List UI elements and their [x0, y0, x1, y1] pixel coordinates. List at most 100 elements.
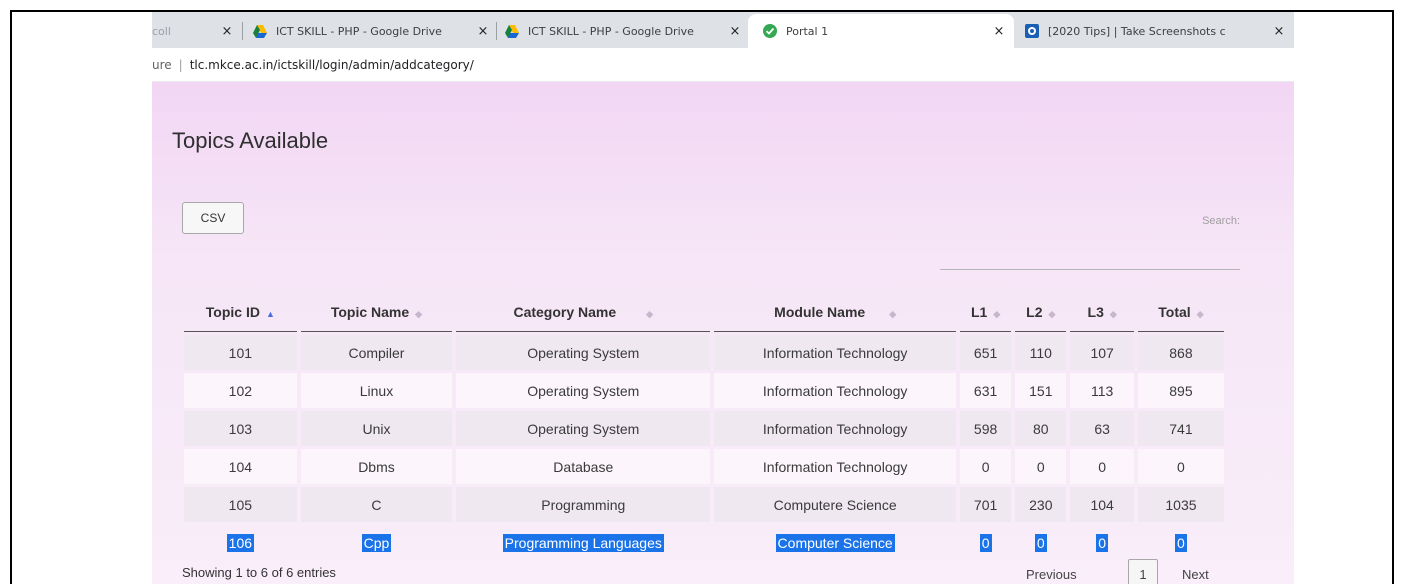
cell-l3: 107 [1070, 335, 1134, 370]
sort-icon: ◆ [993, 308, 1001, 319]
cell-l3: 104 [1070, 487, 1134, 522]
cell-l1: 0 [960, 525, 1011, 560]
selected-text: Cpp [361, 533, 392, 552]
cell-l2: 110 [1015, 335, 1067, 370]
cell-category-name: Operating System [456, 335, 711, 370]
tab-strip: coll × ICT SKILL - PHP - Google Drive × … [152, 12, 1294, 48]
tab-4-title: Portal 1 [786, 24, 829, 38]
cell-l3: 0 [1070, 525, 1134, 560]
table-header-row: Topic ID ▲ Topic Name ◆ Category Name ◆ Mod… [184, 292, 1224, 332]
selected-text: 0 [979, 533, 992, 552]
cell-l3: 113 [1070, 373, 1134, 408]
cell-module-name: Computere Science [714, 487, 956, 522]
table-row[interactable]: 104 Dbms Database Information Technology… [184, 449, 1224, 484]
cell-module-name: Information Technology [714, 373, 956, 408]
google-drive-icon [253, 25, 267, 38]
tab-5-title: [2020 Tips] | Take Screenshots c [1048, 24, 1226, 38]
cell-l2: 230 [1015, 487, 1067, 522]
cell-topic-name: Cpp [301, 525, 453, 560]
sort-icon: ◆ [1196, 308, 1204, 319]
column-header-category-name[interactable]: Category Name ◆ [456, 292, 711, 332]
column-header-label: L1 [970, 303, 988, 320]
search-input[interactable] [940, 242, 1240, 270]
column-header-l3[interactable]: L3 ◆ [1070, 292, 1134, 332]
page-1-button[interactable]: 1 [1128, 559, 1158, 584]
cell-total: 868 [1137, 335, 1224, 370]
column-header-label: Module Name [774, 303, 866, 320]
cell-total: 0 [1137, 449, 1224, 484]
cell-topic-id: 101 [184, 335, 297, 370]
tab-portal-active[interactable]: Portal 1 × [748, 14, 1014, 48]
selected-text: 106 [226, 533, 255, 552]
column-header-total[interactable]: Total ◆ [1137, 292, 1224, 332]
csv-button[interactable]: CSV [182, 202, 244, 234]
table-row[interactable]: 103 Unix Operating System Information Te… [184, 411, 1224, 446]
cell-l3: 63 [1070, 411, 1134, 446]
tab-2[interactable]: ICT SKILL - PHP - Google Drive × [252, 14, 490, 48]
previous-button[interactable]: Previous [1026, 559, 1077, 584]
tab-3-close-icon[interactable]: × [728, 24, 742, 39]
cell-category-name: Programming [456, 487, 711, 522]
check-circle-icon [763, 24, 777, 38]
column-header-topic-name[interactable]: Topic Name ◆ [300, 292, 453, 332]
cell-l2: 0 [1015, 525, 1066, 560]
sort-icon: ◆ [1109, 308, 1117, 319]
cell-module-name: Information Technology [714, 335, 956, 370]
table-row[interactable]: 101 Compiler Operating System Informatio… [184, 335, 1224, 370]
sort-icon: ◆ [1048, 308, 1056, 319]
column-header-topic-id[interactable]: Topic ID ▲ [184, 292, 297, 332]
site-icon [1025, 24, 1039, 38]
cell-topic-id: 103 [184, 411, 297, 446]
tab-1-close-icon[interactable]: × [220, 24, 234, 39]
tab-4-close-icon[interactable]: × [992, 24, 1006, 39]
cell-total: 895 [1137, 373, 1224, 408]
tab-1[interactable]: coll × [152, 14, 234, 48]
tab-3-title: ICT SKILL - PHP - Google Drive [528, 24, 694, 38]
tab-3[interactable]: ICT SKILL - PHP - Google Drive × [504, 14, 742, 48]
cell-category-name: Database [456, 449, 711, 484]
cell-topic-id: 105 [184, 487, 297, 522]
cell-topic-name: Linux [300, 373, 453, 408]
table-row[interactable]: 102 Linux Operating System Information T… [184, 373, 1224, 408]
selected-text: 0 [1175, 533, 1187, 552]
cell-topic-name: Dbms [300, 449, 453, 484]
cell-l1: 598 [960, 411, 1012, 446]
page-title: Topics Available [172, 128, 329, 153]
cell-l2: 0 [1015, 449, 1067, 484]
table-info: Showing 1 to 6 of 6 entries [182, 565, 336, 580]
selected-text: 0 [1096, 533, 1109, 552]
cell-module-name: Information Technology [714, 449, 956, 484]
cell-total: 1035 [1137, 487, 1224, 522]
table-row[interactable]: 105 C Programming Computere Science 701 … [184, 487, 1224, 522]
tab-5-close-icon[interactable]: × [1272, 24, 1286, 39]
address-bar[interactable]: ure | tlc.mkce.ac.in/ictskill/login/admi… [152, 48, 1294, 82]
tab-2-close-icon[interactable]: × [476, 24, 490, 39]
url-text[interactable]: tlc.mkce.ac.in/ictskill/login/admin/addc… [190, 58, 474, 72]
cell-module-name: Information Technology [714, 411, 956, 446]
tab-separator [496, 22, 497, 40]
column-header-module-name[interactable]: Module Name ◆ [714, 292, 956, 332]
search-label: Search: [1202, 215, 1240, 227]
next-button[interactable]: Next [1182, 559, 1209, 584]
browser-window: coll × ICT SKILL - PHP - Google Drive × … [10, 10, 1394, 584]
column-header-label: L3 [1087, 303, 1104, 320]
address-divider: | [178, 57, 183, 72]
cell-topic-name: Unix [300, 411, 453, 446]
column-header-label: Total [1158, 303, 1191, 320]
cell-topic-id: 104 [184, 449, 297, 484]
sort-icon: ◆ [415, 308, 423, 319]
cell-topic-name: C [300, 487, 453, 522]
cell-l1: 651 [960, 335, 1012, 370]
column-header-l2[interactable]: L2 ◆ [1015, 292, 1067, 332]
cell-l1: 701 [960, 487, 1012, 522]
selected-text: 0 [1034, 533, 1047, 552]
column-header-l1[interactable]: L1 ◆ [960, 292, 1012, 332]
security-indicator[interactable]: ure [152, 58, 172, 72]
tab-5[interactable]: [2020 Tips] | Take Screenshots c × [1024, 14, 1286, 48]
cell-l1: 631 [960, 373, 1012, 408]
cell-l1: 0 [960, 449, 1012, 484]
table-row-selected[interactable]: 106 Cpp Programming Languages Computer S… [184, 525, 1224, 560]
tab-1-title: coll [152, 24, 171, 38]
tab-separator [242, 22, 243, 40]
cell-total: 741 [1137, 411, 1224, 446]
